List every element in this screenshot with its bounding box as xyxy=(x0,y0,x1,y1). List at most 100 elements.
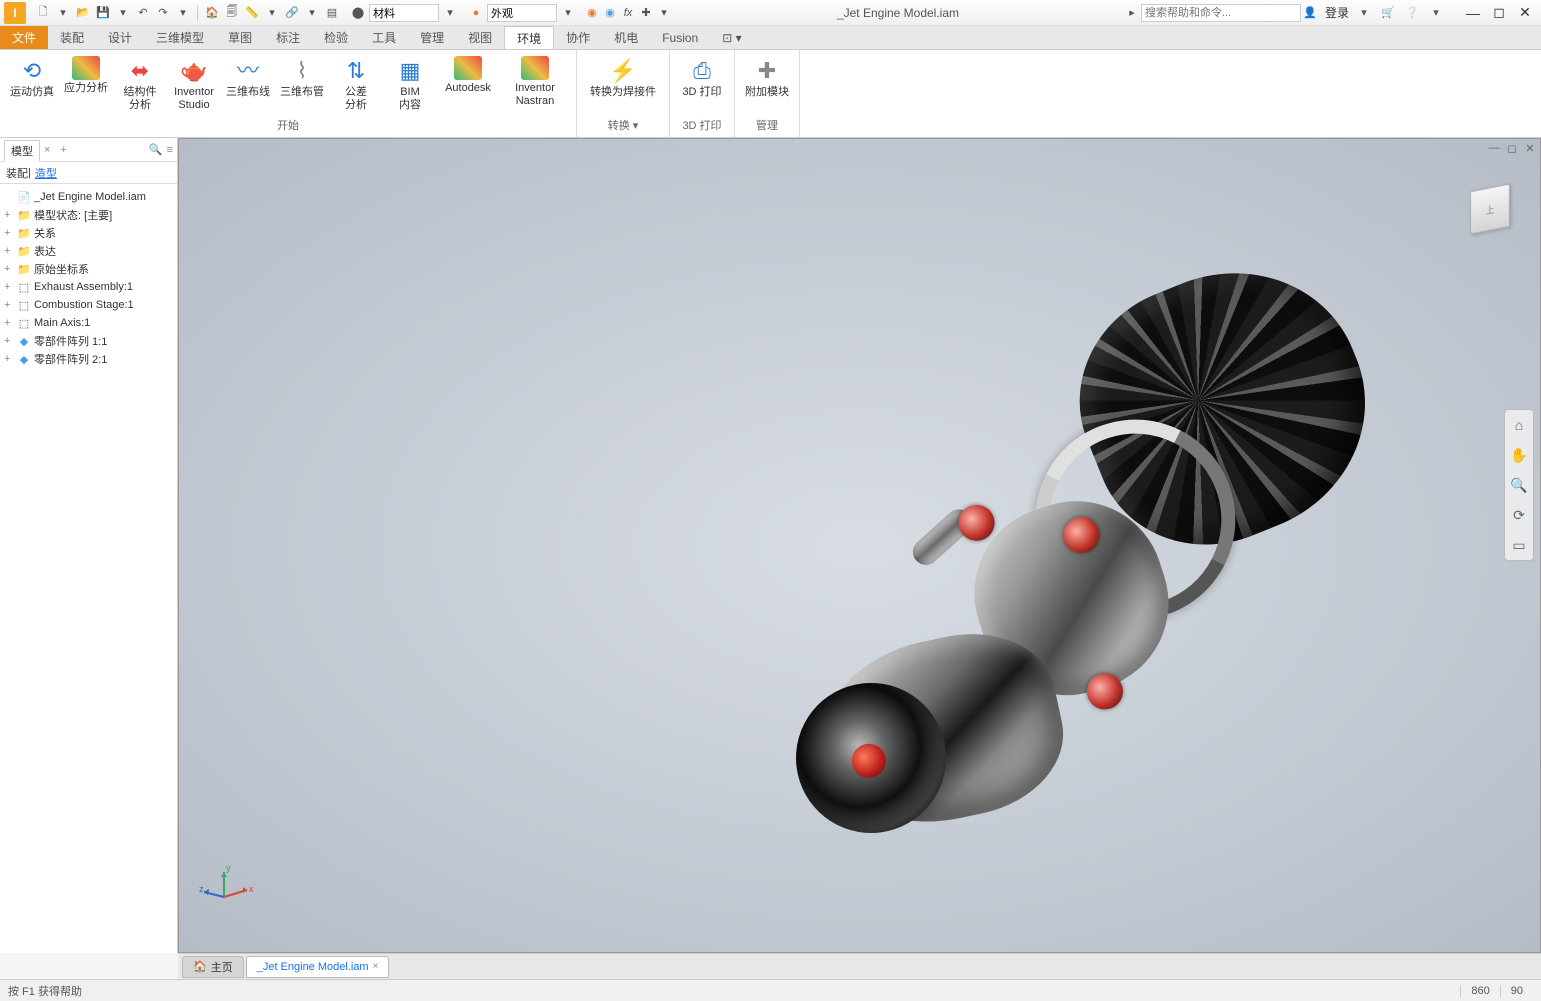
3d-viewport[interactable]: — ◻ ✕ 上 ⌂ ✋ 🔍 ⟳ ▭ xyxy=(178,138,1541,953)
redo-icon[interactable]: ↷ xyxy=(154,4,172,22)
cart-icon[interactable]: 🛒 xyxy=(1379,4,1397,22)
new-icon[interactable]: 🗋 xyxy=(34,4,52,22)
tab-sketch[interactable]: 草图 xyxy=(216,26,264,49)
expand-icon[interactable]: + xyxy=(4,209,14,221)
nav-lookat-icon[interactable]: ▭ xyxy=(1508,534,1530,556)
chevron-down-icon[interactable]: ▾ xyxy=(54,4,72,22)
vp-close-icon[interactable]: ✕ xyxy=(1522,141,1538,155)
search-icon[interactable]: 🔍 xyxy=(149,143,163,156)
tab-design[interactable]: 设计 xyxy=(96,26,144,49)
expand-icon[interactable]: + xyxy=(4,263,14,275)
tree-row[interactable]: +📁模型状态: [主要] xyxy=(2,206,175,224)
vp-minimize-icon[interactable]: — xyxy=(1486,141,1502,155)
chevron-down-icon[interactable]: ▾ xyxy=(303,4,321,22)
inventor-studio-button[interactable]: 🫖Inventor Studio xyxy=(168,52,220,117)
tab-manage[interactable]: 管理 xyxy=(408,26,456,49)
doc-tab-active[interactable]: _Jet Engine Model.iam × xyxy=(246,956,390,978)
3d-print-button[interactable]: ⎙3D 打印 xyxy=(676,52,728,117)
open-icon[interactable]: 📂 xyxy=(74,4,92,22)
chevron-down-icon[interactable]: ▾ xyxy=(1427,4,1445,22)
settings-icon[interactable]: ▾ xyxy=(655,4,673,22)
tree-row[interactable]: +◆零部件阵列 1:1 xyxy=(2,332,175,350)
expand-icon[interactable]: + xyxy=(4,227,14,239)
tree-row[interactable]: +📁表达 xyxy=(2,242,175,260)
tree-row[interactable]: +⬚Exhaust Assembly:1 xyxy=(2,278,175,296)
tab-collaborate[interactable]: 协作 xyxy=(554,26,602,49)
doc-tab-home[interactable]: 🏠 主页 xyxy=(182,956,244,978)
route-cable-button[interactable]: 〰三维布线 xyxy=(222,52,274,117)
tree-row[interactable]: 📄_Jet Engine Model.iam xyxy=(2,188,175,206)
expand-icon[interactable]: + xyxy=(4,299,14,311)
chevron-down-icon[interactable]: ▾ xyxy=(174,4,192,22)
close-button[interactable]: ✕ xyxy=(1513,3,1537,23)
autodesk-button[interactable]: Autodesk xyxy=(438,52,498,117)
maximize-button[interactable]: ◻ xyxy=(1487,3,1511,23)
panel-tab-close[interactable]: × xyxy=(44,144,50,156)
weldment-button[interactable]: ⚡转换为焊接件 xyxy=(583,52,663,117)
tree-row[interactable]: +◆零部件阵列 2:1 xyxy=(2,350,175,368)
help-icon[interactable]: ❔ xyxy=(1403,4,1421,22)
expand-icon[interactable]: + xyxy=(4,335,14,347)
tab-3dmodel[interactable]: 三维模型 xyxy=(144,26,216,49)
chevron-down-icon[interactable]: ▾ xyxy=(559,4,577,22)
tab-view[interactable]: 视图 xyxy=(456,26,504,49)
nav-zoom-icon[interactable]: 🔍 xyxy=(1508,474,1530,496)
close-icon[interactable]: × xyxy=(373,961,379,972)
addins-button[interactable]: ✚附加模块 xyxy=(741,52,793,117)
material-input[interactable] xyxy=(369,4,439,22)
expand-icon[interactable]: + xyxy=(4,245,14,257)
layers-icon[interactable]: ▤ xyxy=(323,4,341,22)
user-icon[interactable]: 👤 xyxy=(1301,4,1319,22)
view-cube[interactable]: 上 xyxy=(1460,179,1520,239)
tree-row[interactable]: +📁原始坐标系 xyxy=(2,260,175,278)
chevron-down-icon[interactable]: ▾ xyxy=(263,4,281,22)
appearance-icon[interactable]: ● xyxy=(467,4,485,22)
color-icon-2[interactable]: ◉ xyxy=(601,4,619,22)
viewcube-face[interactable]: 上 xyxy=(1470,183,1510,234)
save-icon[interactable]: 💾 xyxy=(94,4,112,22)
tab-fusion[interactable]: Fusion xyxy=(650,26,710,49)
tab-environment[interactable]: 环境 xyxy=(504,26,554,49)
link-icon[interactable]: 🔗 xyxy=(283,4,301,22)
tab-file[interactable]: 文件 xyxy=(0,26,48,49)
nav-pan-icon[interactable]: ✋ xyxy=(1508,444,1530,466)
tree-row[interactable]: +⬚Combustion Stage:1 xyxy=(2,296,175,314)
panel-tab-model[interactable]: 模型 xyxy=(4,140,40,162)
tree-row[interactable]: +📁关系 xyxy=(2,224,175,242)
home-icon[interactable]: 🏠 xyxy=(203,4,221,22)
bim-button[interactable]: ▦BIM 内容 xyxy=(384,52,436,117)
route-tube-button[interactable]: ⌇三维布管 xyxy=(276,52,328,117)
menu-icon[interactable]: ≡ xyxy=(167,144,173,156)
appearance-input[interactable] xyxy=(487,4,557,22)
doc-icon[interactable]: 🗐 xyxy=(223,4,241,22)
measure-icon[interactable]: 📏 xyxy=(243,4,261,22)
expand-icon[interactable]: + xyxy=(4,317,14,329)
chevron-down-icon[interactable]: ▾ xyxy=(441,4,459,22)
expand-icon[interactable]: + xyxy=(4,353,14,365)
tab-tools[interactable]: 工具 xyxy=(360,26,408,49)
vp-maximize-icon[interactable]: ◻ xyxy=(1504,141,1520,155)
tab-electromech[interactable]: 机电 xyxy=(602,26,650,49)
search-play-icon[interactable]: ▸ xyxy=(1123,4,1141,22)
material-icon[interactable]: ⬤ xyxy=(349,4,367,22)
expand-icon[interactable]: + xyxy=(4,281,14,293)
nav-home-icon[interactable]: ⌂ xyxy=(1508,414,1530,436)
frame-analysis-button[interactable]: ⬌结构件 分析 xyxy=(114,52,166,117)
tab-annotate[interactable]: 标注 xyxy=(264,26,312,49)
nastran-button[interactable]: Inventor Nastran xyxy=(500,52,570,117)
tolerance-button[interactable]: ⇅公差 分析 xyxy=(330,52,382,117)
tab-extras[interactable]: ⊡ ▾ xyxy=(710,26,753,49)
tab-assembly[interactable]: 装配 xyxy=(48,26,96,49)
motion-sim-button[interactable]: ⟲运动仿真 xyxy=(6,52,58,117)
fx-icon[interactable]: fx xyxy=(619,4,637,22)
nav-orbit-icon[interactable]: ⟳ xyxy=(1508,504,1530,526)
search-input[interactable] xyxy=(1141,4,1301,22)
chevron-down-icon[interactable]: ▾ xyxy=(1355,4,1373,22)
undo-icon[interactable]: ↶ xyxy=(134,4,152,22)
stress-analysis-button[interactable]: 应力分析 xyxy=(60,52,112,117)
tab-inspect[interactable]: 检验 xyxy=(312,26,360,49)
tree-row[interactable]: +⬚Main Axis:1 xyxy=(2,314,175,332)
minimize-button[interactable]: — xyxy=(1461,3,1485,23)
panel-tab-add[interactable]: + xyxy=(60,144,66,156)
color-icon-1[interactable]: ◉ xyxy=(583,4,601,22)
